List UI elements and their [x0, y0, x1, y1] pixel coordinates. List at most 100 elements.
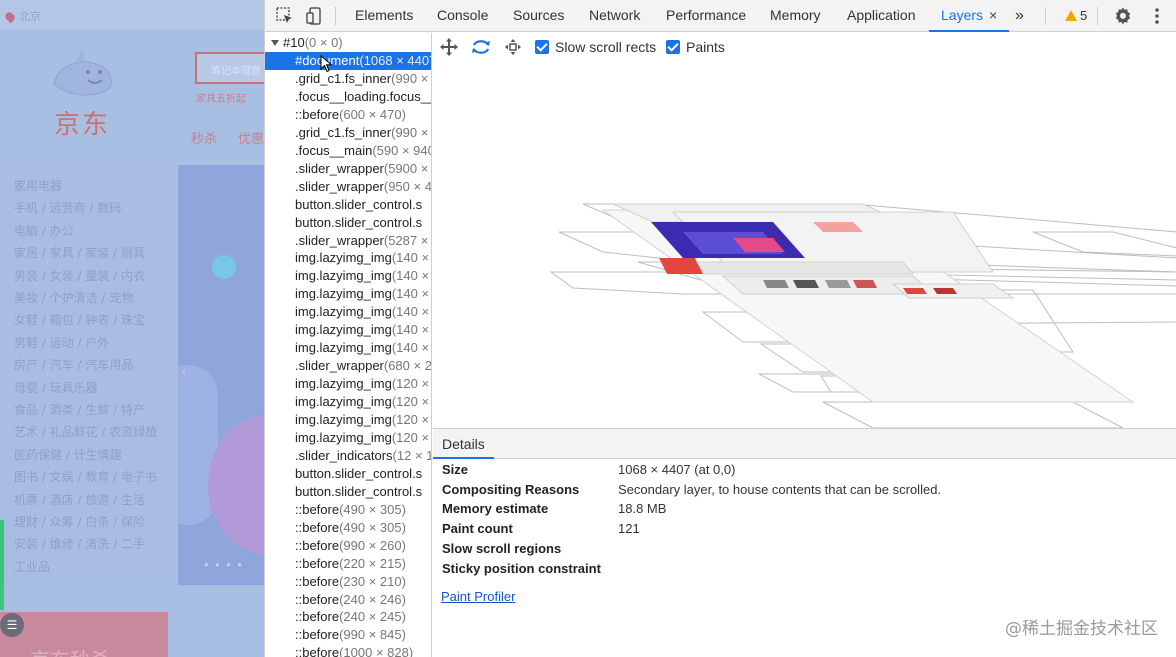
layer-tree-row[interactable]: ::before(990 × 845) [265, 626, 431, 644]
slow-scroll-rects-checkbox[interactable] [535, 40, 549, 54]
category-item[interactable]: 手机 / 运营商 / 数码 [14, 199, 121, 216]
more-tabs-icon[interactable]: » [1015, 0, 1024, 32]
layer-tree-row[interactable]: img.lazyimg_img(120 × 120) [265, 411, 431, 429]
tree-root-size: (0 × 0) [304, 35, 343, 50]
layer-tree-row[interactable]: button.slider_control.s [265, 483, 431, 501]
layer-tree-row[interactable]: img.lazyimg_img(140 × 140) [265, 267, 431, 285]
search-placeholder: 笔记本键盘 [211, 66, 261, 77]
tab-sources[interactable]: Sources [513, 0, 564, 32]
paint-profiler-link[interactable]: Paint Profiler [441, 589, 515, 604]
tab-elements[interactable]: Elements [355, 0, 413, 32]
layer-tree-row[interactable]: img.lazyimg_img(140 × 140) [265, 303, 431, 321]
menu-icon[interactable]: ☰ [0, 613, 24, 637]
tab-performance[interactable]: Performance [666, 0, 746, 32]
layer-size: (1068 × 4407) [359, 53, 431, 68]
layer-tree-row[interactable]: .grid_c1.fs_inner(990 × 470) [265, 124, 431, 142]
tree-root-name: #10 [283, 35, 305, 50]
layer-tree-row[interactable]: .grid_c1.fs_inner(990 × 470) [265, 70, 431, 88]
layer-tree-row[interactable]: img.lazyimg_img(140 × 140) [265, 249, 431, 267]
layer-tree-row[interactable]: ::before(490 × 305) [265, 519, 431, 537]
category-item[interactable]: 工业品 [14, 558, 50, 575]
layer-plane [822, 401, 1124, 428]
tab-console[interactable]: Console [437, 0, 488, 32]
category-item[interactable]: 家居 / 家具 / 家装 / 厨具 [14, 244, 145, 261]
layer-name: ::before [295, 106, 340, 122]
category-item[interactable]: 房产 / 汽车 / 汽车用品 [14, 356, 133, 373]
tab-network[interactable]: Network [589, 0, 640, 32]
category-item[interactable]: 男装 / 女装 / 童装 / 内衣 [14, 267, 145, 284]
layer-tree-row[interactable]: img.lazyimg_img(140 × 140) [265, 339, 431, 357]
category-item[interactable]: 图书 / 文娱 / 教育 / 电子书 [14, 468, 157, 485]
layer-tree[interactable]: #10(0 × 0) #document(1068 × 4407).grid_c… [265, 33, 432, 657]
close-tab-icon[interactable]: × [989, 7, 997, 23]
category-item[interactable]: 母婴 / 玩具乐器 [14, 379, 98, 396]
pan-icon[interactable] [439, 37, 459, 57]
layers-3d-canvas[interactable] [433, 62, 1176, 428]
banner-dots[interactable]: ● ● ● ● [204, 560, 244, 569]
category-item[interactable]: 家用电器 [14, 177, 62, 194]
layer-tree-row[interactable]: ::before(220 × 215) [265, 555, 431, 573]
layer-size: (590 × 940) [372, 142, 431, 158]
details-value: 121 [618, 521, 640, 536]
category-item[interactable]: 机票 / 酒店 / 旅游 / 生活 [14, 491, 145, 508]
category-item[interactable]: 理财 / 众筹 / 白条 / 保险 [14, 513, 145, 530]
promo-banner[interactable]: ‹ ● ● ● ● [178, 165, 264, 585]
warnings-counter[interactable]: 5 [1065, 0, 1087, 32]
layer-tree-row[interactable]: .slider_indicators(12 × 12) [265, 447, 431, 465]
category-item[interactable]: 男鞋 / 运动 / 户外 [14, 334, 109, 351]
layer-tree-row[interactable]: .focus__loading.focus__ [265, 88, 431, 106]
device-toolbar-icon[interactable] [305, 6, 325, 26]
layer-tree-row[interactable]: img.lazyimg_img(140 × 140) [265, 321, 431, 339]
paints-checkbox[interactable] [666, 40, 680, 54]
layer-tree-row[interactable]: img.lazyimg_img(120 × 120) [265, 375, 431, 393]
layer-tree-row[interactable]: ::before(240 × 246) [265, 591, 431, 609]
tab-layers[interactable]: Layers × [929, 0, 1010, 32]
category-item[interactable]: 艺术 / 礼品鲜花 / 农资绿植 [14, 423, 157, 440]
expand-triangle-icon[interactable] [271, 40, 279, 47]
tab-details[interactable]: Details [433, 429, 494, 459]
layer-tree-row[interactable]: ::before(990 × 260) [265, 537, 431, 555]
reset-transform-icon[interactable] [503, 37, 523, 57]
rotate-icon[interactable] [471, 37, 491, 57]
jd-logo[interactable]: 京东 [54, 104, 110, 141]
slow-scroll-rects-label[interactable]: Slow scroll rects [555, 39, 656, 55]
nav-seckill[interactable]: 秒杀 [191, 128, 217, 147]
layer-tree-row[interactable]: .slider_wrapper(5900 × 470) [265, 160, 431, 178]
layer-tree-row[interactable]: ::before(1000 × 828) [265, 644, 431, 657]
layer-tree-row[interactable]: .slider_wrapper(950 × 470) [265, 178, 431, 196]
layer-tree-row[interactable]: .slider_wrapper(680 × 240) [265, 357, 431, 375]
inspect-element-icon[interactable] [275, 6, 295, 26]
nav-coupons[interactable]: 优惠 [238, 128, 264, 147]
layer-tree-row[interactable]: button.slider_control.s [265, 465, 431, 483]
tab-application[interactable]: Application [847, 0, 916, 32]
layer-tree-row[interactable]: ::before(600 × 470) [265, 106, 431, 124]
banner-prev-arrow-icon[interactable]: ‹ [182, 365, 186, 379]
tree-root-row[interactable]: #10(0 × 0) [265, 34, 431, 52]
tab-memory[interactable]: Memory [770, 0, 821, 32]
layer-tree-row[interactable]: ::before(230 × 210) [265, 573, 431, 591]
layer-tree-row[interactable]: ::before(490 × 305) [265, 501, 431, 519]
category-item[interactable]: 食品 / 酒类 / 生鲜 / 特产 [14, 401, 145, 418]
category-item[interactable]: 美妆 / 个护清洁 / 宠物 [14, 289, 133, 306]
location-selector[interactable]: 北京 [3, 8, 41, 24]
layer-size: (12 × 12) [392, 447, 431, 463]
layer-tree-row[interactable]: .focus__main(590 × 940) [265, 142, 431, 160]
layer-tree-row[interactable]: .slider_wrapper(5287 × 470) [265, 232, 431, 250]
layer-tree-row[interactable]: ::before(240 × 245) [265, 608, 431, 626]
layer-tree-row[interactable]: img.lazyimg_img(140 × 140) [265, 285, 431, 303]
layer-tree-row[interactable]: button.slider_control.s [265, 196, 431, 214]
layer-tree-row[interactable]: button.slider_control.s [265, 214, 431, 232]
layer-tree-row[interactable]: img.lazyimg_img(120 × 120) [265, 429, 431, 447]
category-item[interactable]: 女鞋 / 箱包 / 钟表 / 珠宝 [14, 311, 145, 328]
hot-words-link[interactable]: 家具五折起 [196, 90, 246, 105]
more-options-icon[interactable] [1147, 6, 1167, 26]
layer-tree-row[interactable]: img.lazyimg_img(120 × 120) [265, 393, 431, 411]
details-tabbar: Details [433, 429, 1176, 459]
search-input[interactable]: 笔记本键盘 [195, 52, 264, 84]
settings-gear-icon[interactable] [1113, 6, 1133, 26]
category-item[interactable]: 医药保健 / 计生情趣 [14, 446, 122, 463]
paints-label[interactable]: Paints [686, 39, 725, 55]
layer-tree-row[interactable]: #document(1068 × 4407) [265, 52, 431, 70]
category-item[interactable]: 安装 / 维修 / 清洗 / 二手 [14, 535, 145, 552]
category-item[interactable]: 电脑 / 办公 [14, 222, 74, 239]
